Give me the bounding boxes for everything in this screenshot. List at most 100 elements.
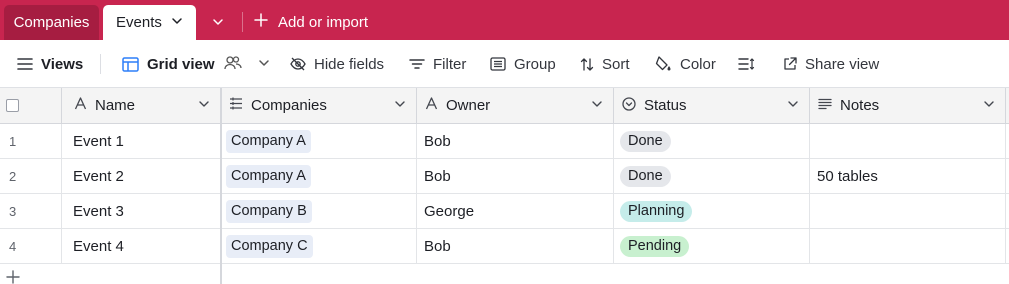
grid-view-switcher[interactable]: Grid view <box>122 54 278 74</box>
toolbar-divider <box>100 54 101 74</box>
chevron-down-icon[interactable] <box>787 97 799 114</box>
linked-record-chip[interactable]: Company A <box>226 164 311 188</box>
chevron-down-icon[interactable] <box>171 14 183 31</box>
grid-icon <box>122 56 139 72</box>
linked-record-chip[interactable]: Company C <box>226 234 313 258</box>
tab-events[interactable]: Events <box>103 5 196 40</box>
frozen-column-divider <box>220 88 222 284</box>
chevron-down-icon[interactable] <box>394 97 406 114</box>
row-number: 4 <box>9 238 17 254</box>
table-row[interactable]: 3 Event 3 Company B George Planning <box>0 194 1009 229</box>
status-cell[interactable]: Done <box>614 159 810 193</box>
notes-cell[interactable] <box>810 229 1006 263</box>
row-height-icon <box>738 58 755 70</box>
sort-icon <box>580 57 594 71</box>
chevron-down-icon <box>258 56 278 73</box>
select-all-cell <box>0 88 62 123</box>
chevron-down-icon[interactable] <box>198 97 210 114</box>
sort-label: Sort <box>602 55 630 73</box>
select-all-checkbox[interactable] <box>6 99 19 112</box>
companies-cell[interactable]: Company A <box>221 159 417 193</box>
status-pill: Done <box>620 130 671 152</box>
hamburger-icon <box>17 58 33 70</box>
owner-cell[interactable]: Bob <box>417 124 614 158</box>
owner-value: George <box>424 202 475 220</box>
status-cell[interactable]: Pending <box>614 229 810 263</box>
table-row[interactable]: 2 Event 2 Company A Bob Done 50 tables <box>0 159 1009 194</box>
owner-cell[interactable]: Bob <box>417 159 614 193</box>
more-tabs-button[interactable] <box>205 12 231 32</box>
notes-cell[interactable]: 50 tables <box>810 159 1006 193</box>
companies-cell[interactable]: Company B <box>221 194 417 228</box>
external-link-icon <box>784 57 797 70</box>
row-number: 2 <box>9 168 17 184</box>
hide-fields-label: Hide fields <box>314 55 385 73</box>
chevron-down-icon[interactable] <box>591 97 603 114</box>
event-name: Event 2 <box>73 167 124 185</box>
status-pill: Done <box>620 165 671 187</box>
views-button[interactable]: Views <box>17 54 83 74</box>
status-cell[interactable]: Planning <box>614 194 810 228</box>
group-button[interactable]: Group <box>490 54 556 74</box>
add-or-import-button[interactable]: Add or import <box>254 12 368 32</box>
table-row[interactable]: 1 Event 1 Company A Bob Done <box>0 124 1009 159</box>
row-number-cell: 1 <box>0 124 62 158</box>
group-label: Group <box>514 55 556 73</box>
owner-value: Bob <box>424 167 451 185</box>
share-view-label: Share view <box>805 55 880 73</box>
eye-slash-icon <box>290 57 306 71</box>
column-header-notes[interactable]: Notes <box>810 88 1006 123</box>
linked-record-chip[interactable]: Company A <box>226 129 311 153</box>
column-header-label: Name <box>95 97 136 114</box>
column-header-label: Owner <box>446 97 491 114</box>
view-toolbar: Views Grid view Hide fields Filter Group… <box>0 40 1009 88</box>
linked-record-chip[interactable]: Company B <box>226 199 312 223</box>
tab-companies[interactable]: Companies <box>4 5 99 40</box>
name-cell[interactable]: Event 1 <box>62 124 221 158</box>
add-or-import-label: Add or import <box>278 13 369 31</box>
name-cell[interactable]: Event 3 <box>62 194 221 228</box>
status-pill: Pending <box>620 235 690 257</box>
name-cell[interactable]: Event 2 <box>62 159 221 193</box>
owner-value: Bob <box>424 132 451 150</box>
notes-cell[interactable] <box>810 194 1006 228</box>
row-height-button[interactable] <box>738 54 763 74</box>
column-header-owner[interactable]: Owner <box>417 88 614 123</box>
hide-fields-button[interactable]: Hide fields <box>290 54 384 74</box>
plus-icon <box>6 270 20 284</box>
tab-divider <box>242 12 243 32</box>
chevron-down-icon[interactable] <box>983 97 995 114</box>
tab-companies-label: Companies <box>13 14 90 31</box>
long-text-icon <box>818 97 832 114</box>
status-cell[interactable]: Done <box>614 124 810 158</box>
owner-cell[interactable]: George <box>417 194 614 228</box>
sort-button[interactable]: Sort <box>580 54 630 74</box>
owner-cell[interactable]: Bob <box>417 229 614 263</box>
column-header-name[interactable]: Name <box>62 88 221 123</box>
plus-icon <box>254 13 268 31</box>
name-cell[interactable]: Event 4 <box>62 229 221 263</box>
add-record-button[interactable] <box>4 268 22 284</box>
column-header-companies[interactable]: Companies <box>221 88 417 123</box>
row-number: 3 <box>9 203 17 219</box>
filter-label: Filter <box>433 55 467 73</box>
views-label: Views <box>41 55 84 73</box>
row-number-cell: 2 <box>0 159 62 193</box>
records-grid: Name Companies Owner Status Notes 1 Even… <box>0 88 1009 284</box>
row-number-cell: 3 <box>0 194 62 228</box>
linked-record-icon <box>229 97 243 114</box>
color-button[interactable]: Color <box>655 54 716 74</box>
column-header-status[interactable]: Status <box>614 88 810 123</box>
tab-events-label: Events <box>116 14 162 31</box>
table-row[interactable]: 4 Event 4 Company C Bob Pending <box>0 229 1009 264</box>
paint-bucket-icon <box>655 56 671 71</box>
companies-cell[interactable]: Company A <box>221 124 417 158</box>
filter-icon <box>409 59 425 69</box>
text-field-icon <box>425 97 438 114</box>
filter-button[interactable]: Filter <box>409 54 466 74</box>
column-header-label: Companies <box>251 97 327 114</box>
share-view-button[interactable]: Share view <box>783 54 879 74</box>
notes-cell[interactable] <box>810 124 1006 158</box>
companies-cell[interactable]: Company C <box>221 229 417 263</box>
grid-view-label: Grid view <box>147 55 215 73</box>
